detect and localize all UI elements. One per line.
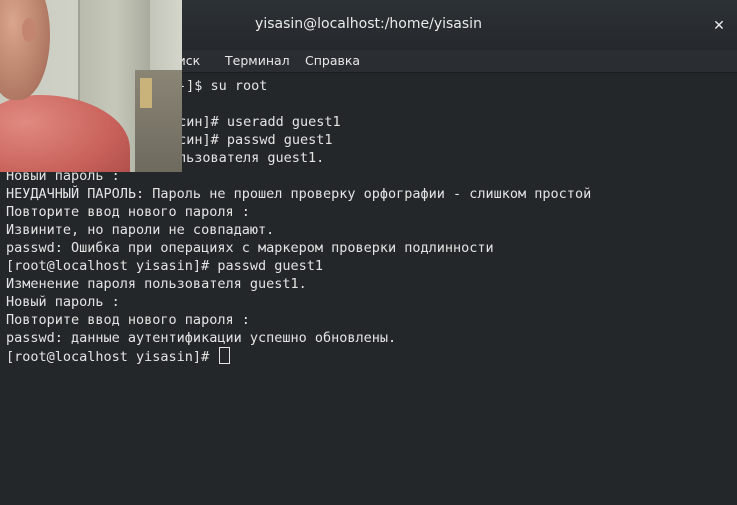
- webcam-shelf-item: [140, 78, 152, 108]
- terminal-line: Новый пароль :: [6, 294, 120, 310]
- terminal-line: passwd: Ошибка при операциях с маркером …: [6, 240, 494, 256]
- menu-item-terminal[interactable]: Терминал: [225, 53, 290, 68]
- terminal-line: асин]# passwd guest1: [170, 132, 333, 148]
- terminal-line: passwd: данные аутентификации успешно об…: [6, 330, 397, 346]
- terminal-line: Извините, но пароли не совпадают.: [6, 222, 275, 238]
- terminal-line: Повторите ввод нового пароля :: [6, 204, 250, 220]
- terminal-prompt: [root@localhost yisasin]#: [6, 349, 218, 365]
- webcam-overlay: [0, 0, 182, 172]
- terminal-prompt-line[interactable]: [root@localhost yisasin]#: [6, 347, 231, 366]
- close-button[interactable]: ✕: [709, 16, 729, 36]
- webcam-person-ear: [22, 18, 36, 42]
- terminal-line: -]$ su root: [178, 78, 268, 94]
- terminal-line: льзователя guest1.: [178, 150, 325, 166]
- terminal-line: асин]# useradd guest1: [170, 114, 341, 130]
- terminal-line: [root@localhost yisasin]# passwd guest1: [6, 258, 323, 274]
- text-cursor-icon: [219, 347, 231, 364]
- terminal-line: НЕУДАЧНЫЙ ПАРОЛЬ: Пароль не прошел прове…: [6, 186, 592, 202]
- terminal-window: yisasin@localhost:/home/yisasin ✕ оиск Т…: [0, 0, 737, 505]
- menu-item-help[interactable]: Справка: [305, 53, 360, 68]
- close-icon: ✕: [713, 18, 725, 34]
- terminal-line: Повторите ввод нового пароля :: [6, 312, 250, 328]
- terminal-line: Изменение пароля пользователя guest1.: [6, 276, 307, 292]
